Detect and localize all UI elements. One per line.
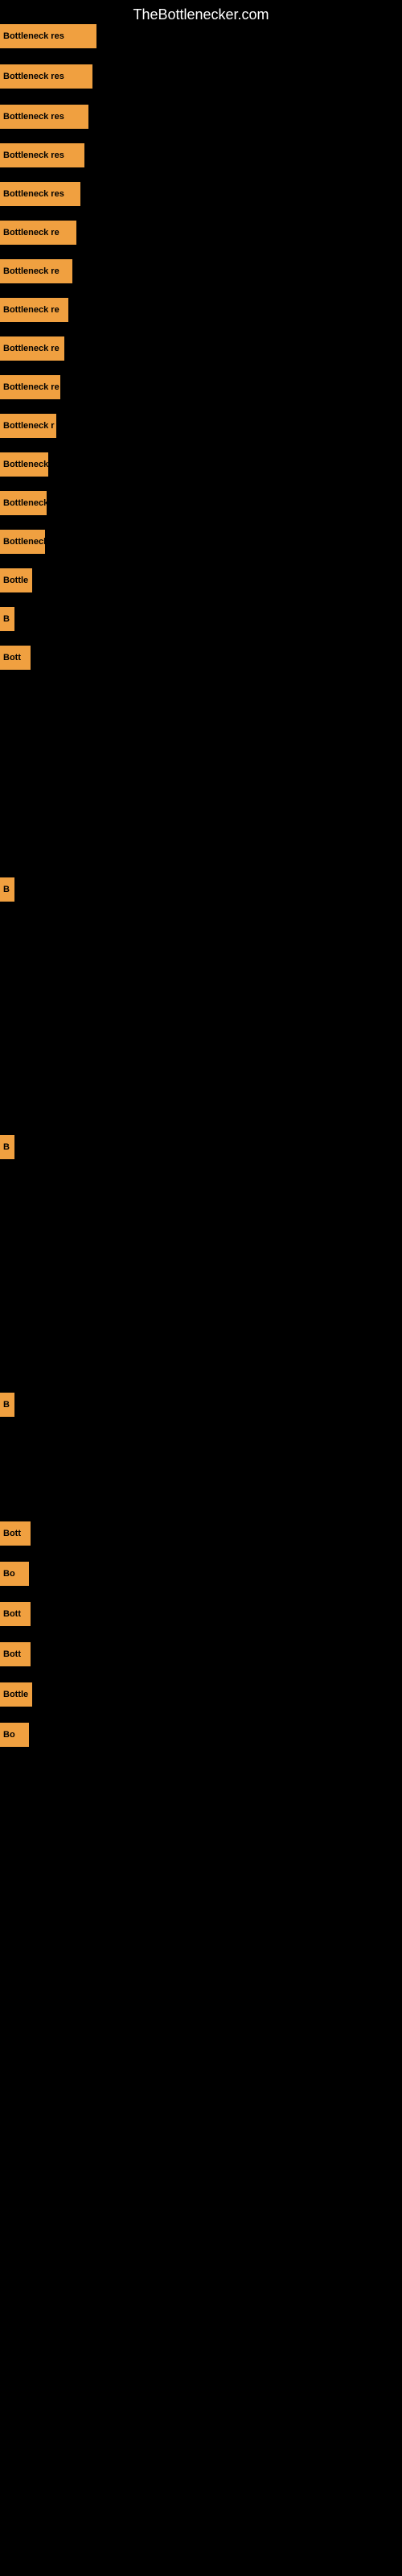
bottleneck-bar: B (0, 1393, 14, 1417)
bottleneck-bar: Bottleneck r (0, 414, 56, 438)
bottleneck-bar: Bottle (0, 568, 32, 592)
bottleneck-bar: Bott (0, 646, 31, 670)
bottleneck-bar: Bo (0, 1562, 29, 1586)
bottleneck-bar: B (0, 607, 14, 631)
bottleneck-bar: B (0, 877, 14, 902)
bottleneck-bar: Bottleneck re (0, 259, 72, 283)
bottleneck-bar: B (0, 1135, 14, 1159)
bottleneck-bar: Bottleneck re (0, 336, 64, 361)
bottleneck-bar: Bo (0, 1723, 29, 1747)
bottleneck-bar: Bottleneck re (0, 221, 76, 245)
bottleneck-bar: Bott (0, 1521, 31, 1546)
bottleneck-bar: Bottleneck res (0, 64, 92, 89)
bottleneck-bar: Bott (0, 1642, 31, 1666)
bottleneck-bar: Bottleneck (0, 452, 48, 477)
bottleneck-bar: Bottleneck res (0, 24, 96, 48)
bottleneck-bar: Bottleneck res (0, 182, 80, 206)
bottleneck-bar: Bottle (0, 1682, 32, 1707)
bottleneck-bar: Bottleneck re (0, 375, 60, 399)
bottleneck-bar: Bottleneck (0, 491, 47, 515)
bottleneck-bar: Bottleneck (0, 530, 45, 554)
bottleneck-bar: Bottleneck res (0, 143, 84, 167)
bottleneck-bar: Bottleneck res (0, 105, 88, 129)
bottleneck-bar: Bott (0, 1602, 31, 1626)
bottleneck-bar: Bottleneck re (0, 298, 68, 322)
